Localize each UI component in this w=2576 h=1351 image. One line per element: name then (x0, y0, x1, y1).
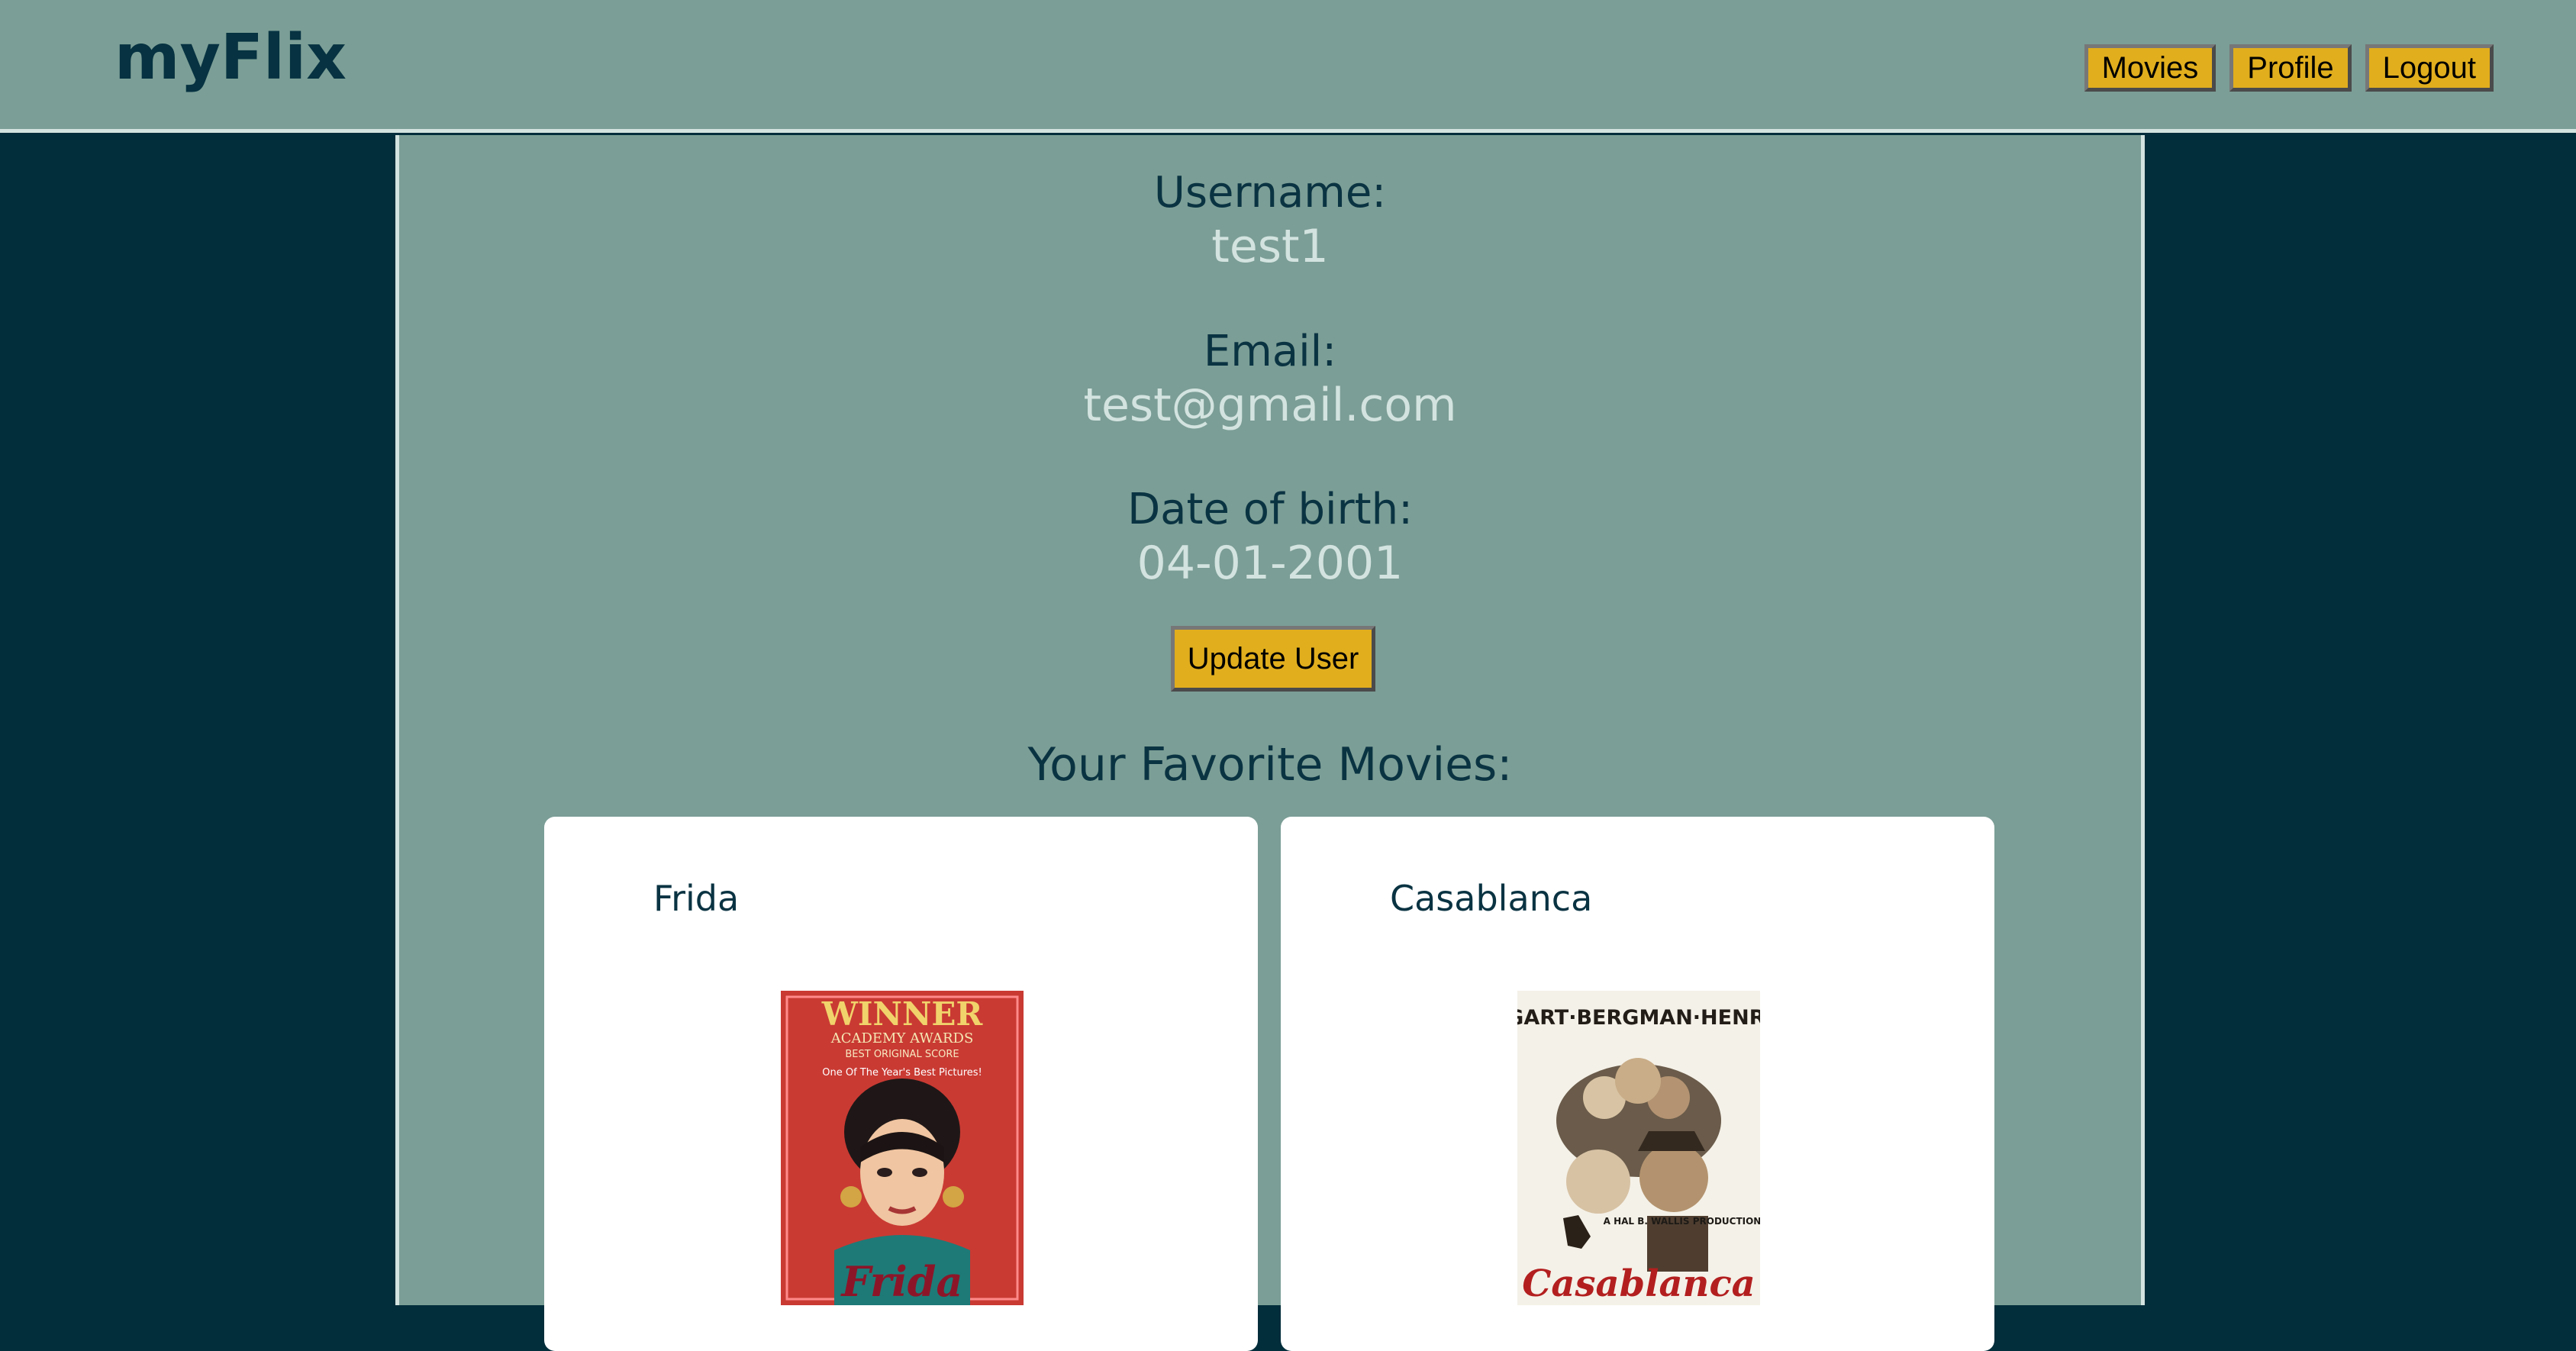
svg-text:One Of The Year's Best Picture: One Of The Year's Best Pictures! (822, 1067, 982, 1079)
movies-button[interactable]: Movies (2084, 44, 2217, 92)
svg-text:Casablanca: Casablanca (1522, 1262, 1755, 1305)
svg-text:BEST ORIGINAL SCORE: BEST ORIGINAL SCORE (845, 1049, 959, 1060)
movie-title[interactable]: Frida (653, 878, 739, 919)
frida-poster[interactable]: WINNER ACADEMY AWARDS BEST ORIGINAL SCOR… (781, 991, 1024, 1305)
email-value: test@gmail.com (1083, 379, 1457, 432)
logout-button[interactable]: Logout (2365, 44, 2494, 92)
email-section: Email: test@gmail.com (399, 326, 2141, 433)
username-section: Username: test1 (399, 167, 2141, 274)
navbar: myFlix Movies Profile Logout (0, 0, 2576, 133)
movie-card-frida[interactable]: Frida WINNER ACADEMY AWARDS BEST ORIGINA… (544, 817, 1258, 1351)
svg-text:BOGART·BERGMAN·HENREID: BOGART·BERGMAN·HENREID (1517, 1006, 1760, 1030)
update-user-button[interactable]: Update User (1171, 626, 1375, 692)
profile-button[interactable]: Profile (2229, 44, 2352, 92)
svg-text:WINNER: WINNER (821, 995, 984, 1033)
profile-panel: Username: test1 Email: test@gmail.com Da… (395, 135, 2145, 1351)
username-value: test1 (1211, 220, 1329, 273)
email-label: Email: (1203, 327, 1337, 376)
nav-buttons: Movies Profile Logout (2084, 44, 2494, 92)
brand-logo[interactable]: myFlix (114, 21, 347, 94)
svg-text:Frida: Frida (840, 1257, 962, 1305)
dob-section: Date of birth: 04-01-2001 (399, 484, 2141, 591)
favorites-heading: Your Favorite Movies: (1027, 738, 1513, 792)
movie-card-casablanca[interactable]: Casablanca BOGART·BERGMAN·HENREID A HAL … (1281, 817, 1994, 1351)
movie-title[interactable]: Casablanca (1390, 878, 1592, 919)
dob-value: 04-01-2001 (1136, 537, 1404, 590)
dob-label: Date of birth: (1127, 485, 1413, 534)
casablanca-poster[interactable]: BOGART·BERGMAN·HENREID A HAL B. WALLIS P… (1517, 991, 1760, 1305)
svg-text:A HAL B. WALLIS PRODUCTION: A HAL B. WALLIS PRODUCTION (1604, 1216, 1760, 1227)
svg-text:ACADEMY AWARDS: ACADEMY AWARDS (830, 1030, 974, 1046)
username-label: Username: (1153, 168, 1387, 218)
